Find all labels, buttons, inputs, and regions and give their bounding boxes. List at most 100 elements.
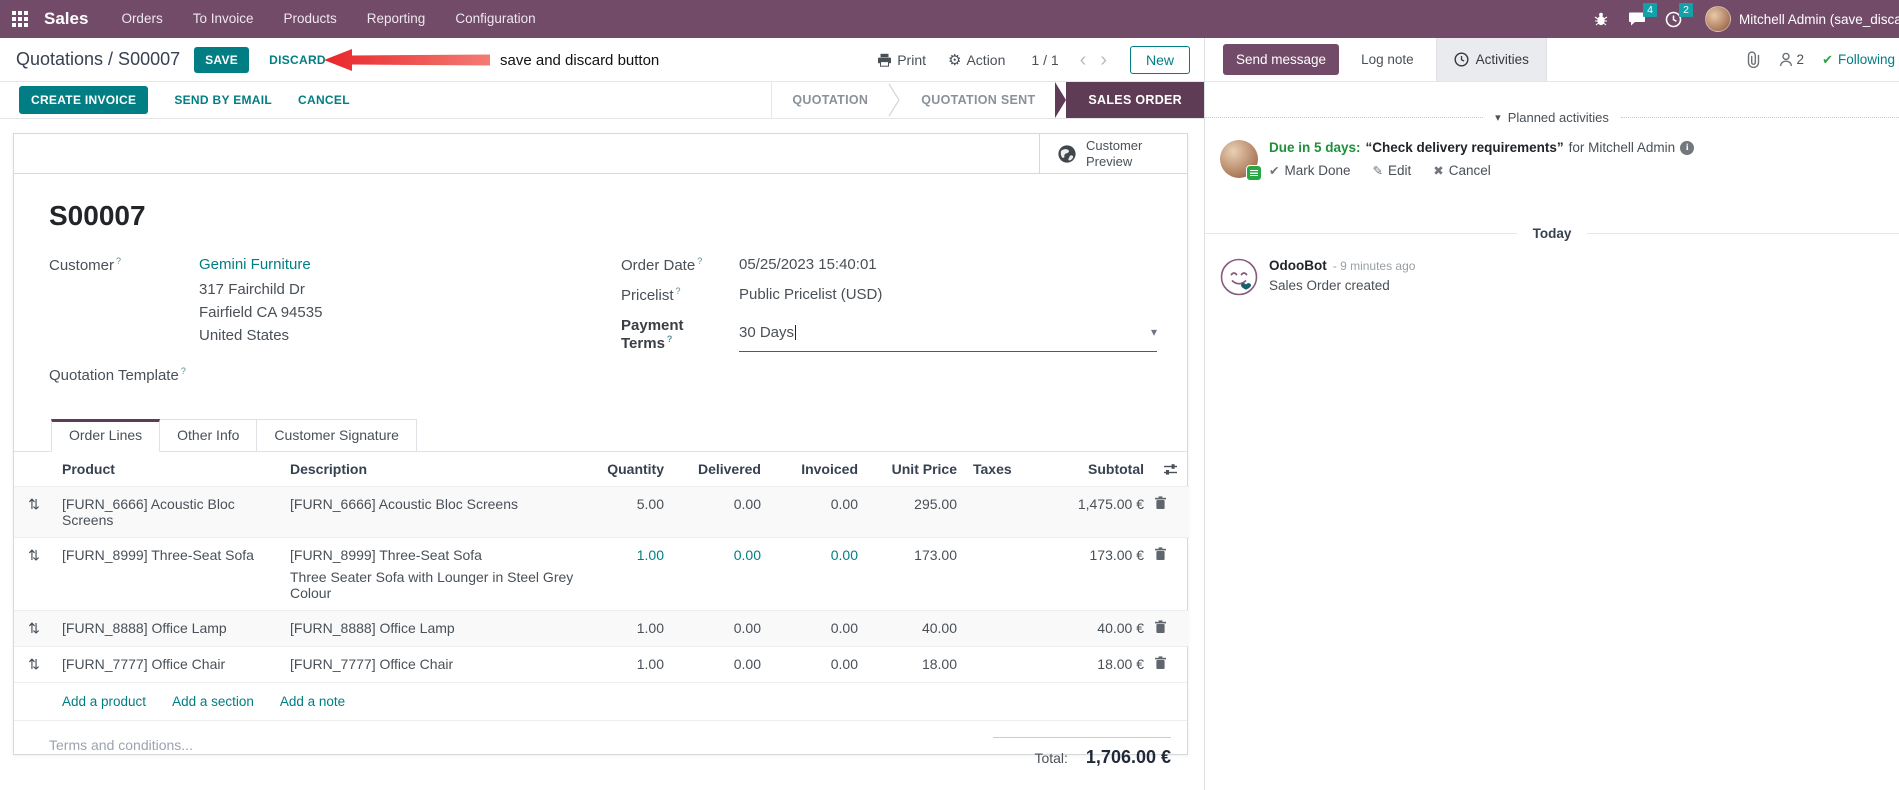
col-description[interactable]: Description xyxy=(282,452,582,487)
activity-assignee: for Mitchell Admin xyxy=(1568,140,1676,155)
tab-customer-signature[interactable]: Customer Signature xyxy=(257,419,417,452)
edit-activity-button[interactable]: ✎ Edit xyxy=(1373,163,1412,178)
payment-terms-input[interactable]: 30 Days ▾ xyxy=(739,317,1157,352)
col-invoiced[interactable]: Invoiced xyxy=(769,452,866,487)
notebook-tabs: Order Lines Other Info Customer Signatur… xyxy=(14,418,1187,452)
col-unit-price[interactable]: Unit Price xyxy=(866,452,965,487)
person-icon xyxy=(1779,52,1792,67)
odoobot-icon xyxy=(1220,258,1258,296)
app-name[interactable]: Sales xyxy=(44,9,88,29)
mark-done-button[interactable]: ✔ Mark Done xyxy=(1269,163,1351,178)
cancel-activity-button[interactable]: ✖ Cancel xyxy=(1433,163,1491,178)
col-product[interactable]: Product xyxy=(54,452,282,487)
stage-sales-order[interactable]: SALES ORDER xyxy=(1066,82,1204,118)
cancel-button[interactable]: CANCEL xyxy=(298,93,350,107)
print-button[interactable]: Print xyxy=(877,52,926,68)
chatter-message: OdooBot - 9 minutes ago Sales Order crea… xyxy=(1205,241,1899,296)
send-message-button[interactable]: Send message xyxy=(1223,44,1340,75)
activities-clock-icon[interactable]: 2 xyxy=(1655,0,1693,38)
apps-grid-icon[interactable] xyxy=(0,0,40,38)
annotation-arrow: save and discard button xyxy=(322,47,659,73)
add-a-note-link[interactable]: Add a note xyxy=(280,694,345,709)
delete-row-button[interactable] xyxy=(1152,611,1189,647)
trash-icon xyxy=(1155,496,1166,509)
debug-bug-icon[interactable] xyxy=(1583,0,1619,38)
delete-row-button[interactable] xyxy=(1152,538,1189,611)
drag-handle-icon[interactable]: ⇅ xyxy=(14,647,54,683)
tab-order-lines[interactable]: Order Lines xyxy=(51,419,161,452)
customer-link[interactable]: Gemini Furniture xyxy=(199,256,322,273)
pager-previous-icon[interactable]: ‹ xyxy=(1073,50,1094,70)
pricelist-label: Pricelist? xyxy=(621,286,681,304)
stage-quotation[interactable]: QUOTATION xyxy=(772,82,888,118)
optional-columns-button[interactable] xyxy=(1152,452,1189,487)
check-icon: ✔ xyxy=(1822,51,1833,67)
add-a-section-link[interactable]: Add a section xyxy=(172,694,254,709)
customer-preview-button[interactable]: Customer Preview xyxy=(1039,134,1187,173)
log-note-button[interactable]: Log note xyxy=(1361,52,1414,67)
form-sheet: Customer Preview S00007 Customer? Gemini… xyxy=(13,133,1189,767)
stage-pipeline: QUOTATION QUOTATION SENT SALES ORDER xyxy=(771,82,1204,118)
annotation-label: save and discard button xyxy=(500,51,660,69)
table-row[interactable]: ⇅ [FURN_8888] Office Lamp [FURN_8888] Of… xyxy=(14,610,1189,647)
planned-activities-toggle[interactable]: ▾ Planned activities xyxy=(1483,110,1621,125)
col-taxes[interactable]: Taxes xyxy=(965,452,1037,487)
terms-placeholder[interactable]: Terms and conditions... xyxy=(49,737,193,768)
nav-to-invoice[interactable]: To Invoice xyxy=(178,0,269,38)
discard-button[interactable]: DISCARD xyxy=(269,53,326,67)
customer-preview-label: Customer Preview xyxy=(1086,137,1143,169)
user-name[interactable]: Mitchell Admin (save_discar xyxy=(1739,12,1899,27)
following-button[interactable]: ✔ Following xyxy=(1822,52,1895,68)
activity-avatar[interactable] xyxy=(1220,140,1262,181)
info-icon[interactable]: i xyxy=(1680,140,1695,155)
save-button[interactable]: SAVE xyxy=(194,46,250,73)
check-icon: ✔ xyxy=(1269,164,1280,178)
sliders-icon xyxy=(1164,463,1177,475)
active-stage-arrow-icon xyxy=(1055,82,1067,118)
new-button[interactable]: New xyxy=(1129,45,1190,74)
control-panel: Quotations / S00007 SAVE DISCARD save an… xyxy=(0,38,1204,82)
drag-handle-icon[interactable]: ⇅ xyxy=(14,538,54,611)
activity-type-badge-icon xyxy=(1246,165,1262,181)
tab-other-info[interactable]: Other Info xyxy=(160,419,258,452)
message-author[interactable]: OdooBot xyxy=(1269,258,1327,273)
followers-button[interactable]: 2 xyxy=(1779,52,1804,67)
add-a-product-link[interactable]: Add a product xyxy=(62,694,146,709)
clock-icon xyxy=(1454,52,1469,67)
attachments-button[interactable] xyxy=(1746,51,1761,68)
printer-icon xyxy=(878,53,892,67)
activities-button[interactable]: Activities xyxy=(1435,38,1547,81)
create-invoice-button[interactable]: CREATE INVOICE xyxy=(19,86,149,114)
messages-icon[interactable]: 4 xyxy=(1619,0,1657,38)
drag-handle-icon[interactable]: ⇅ xyxy=(14,611,54,647)
nav-configuration[interactable]: Configuration xyxy=(440,0,550,38)
user-avatar[interactable] xyxy=(1705,6,1731,32)
pager-next-icon[interactable]: › xyxy=(1093,50,1114,70)
help-icon: ? xyxy=(666,334,673,344)
stage-quotation-sent[interactable]: QUOTATION SENT xyxy=(901,82,1055,118)
help-icon: ? xyxy=(180,366,186,376)
activities-count-badge: 2 xyxy=(1679,3,1693,17)
sheet-footer: Terms and conditions... Total: 1,706.00 … xyxy=(14,737,1187,768)
nav-reporting[interactable]: Reporting xyxy=(352,0,441,38)
col-delivered[interactable]: Delivered xyxy=(672,452,769,487)
col-quantity[interactable]: Quantity xyxy=(582,452,672,487)
trash-icon xyxy=(1155,656,1166,669)
dropdown-caret-icon[interactable]: ▾ xyxy=(1151,325,1157,339)
table-row[interactable]: ⇅ [FURN_8999] Three-Seat Sofa [FURN_8999… xyxy=(14,537,1189,611)
message-timestamp: - 9 minutes ago xyxy=(1332,259,1416,273)
delete-row-button[interactable] xyxy=(1152,487,1189,538)
delete-row-button[interactable] xyxy=(1152,647,1189,683)
nav-orders[interactable]: Orders xyxy=(106,0,177,38)
pricelist-value[interactable]: Public Pricelist (USD) xyxy=(739,286,882,304)
action-menu-button[interactable]: ⚙ Action xyxy=(948,51,1005,69)
nav-products[interactable]: Products xyxy=(269,0,352,38)
col-subtotal[interactable]: Subtotal xyxy=(1037,452,1152,487)
table-row[interactable]: ⇅ [FURN_6666] Acoustic Bloc Screens [FUR… xyxy=(14,486,1189,538)
total-value: 1,706.00 € xyxy=(1085,747,1171,767)
breadcrumb[interactable]: Quotations / S00007 xyxy=(16,49,180,70)
drag-handle-icon[interactable]: ⇅ xyxy=(14,487,54,538)
send-by-email-button[interactable]: SEND BY EMAIL xyxy=(174,93,272,107)
order-date-value[interactable]: 05/25/2023 15:40:01 xyxy=(739,256,877,274)
table-row[interactable]: ⇅ [FURN_7777] Office Chair [FURN_7777] O… xyxy=(14,646,1189,683)
